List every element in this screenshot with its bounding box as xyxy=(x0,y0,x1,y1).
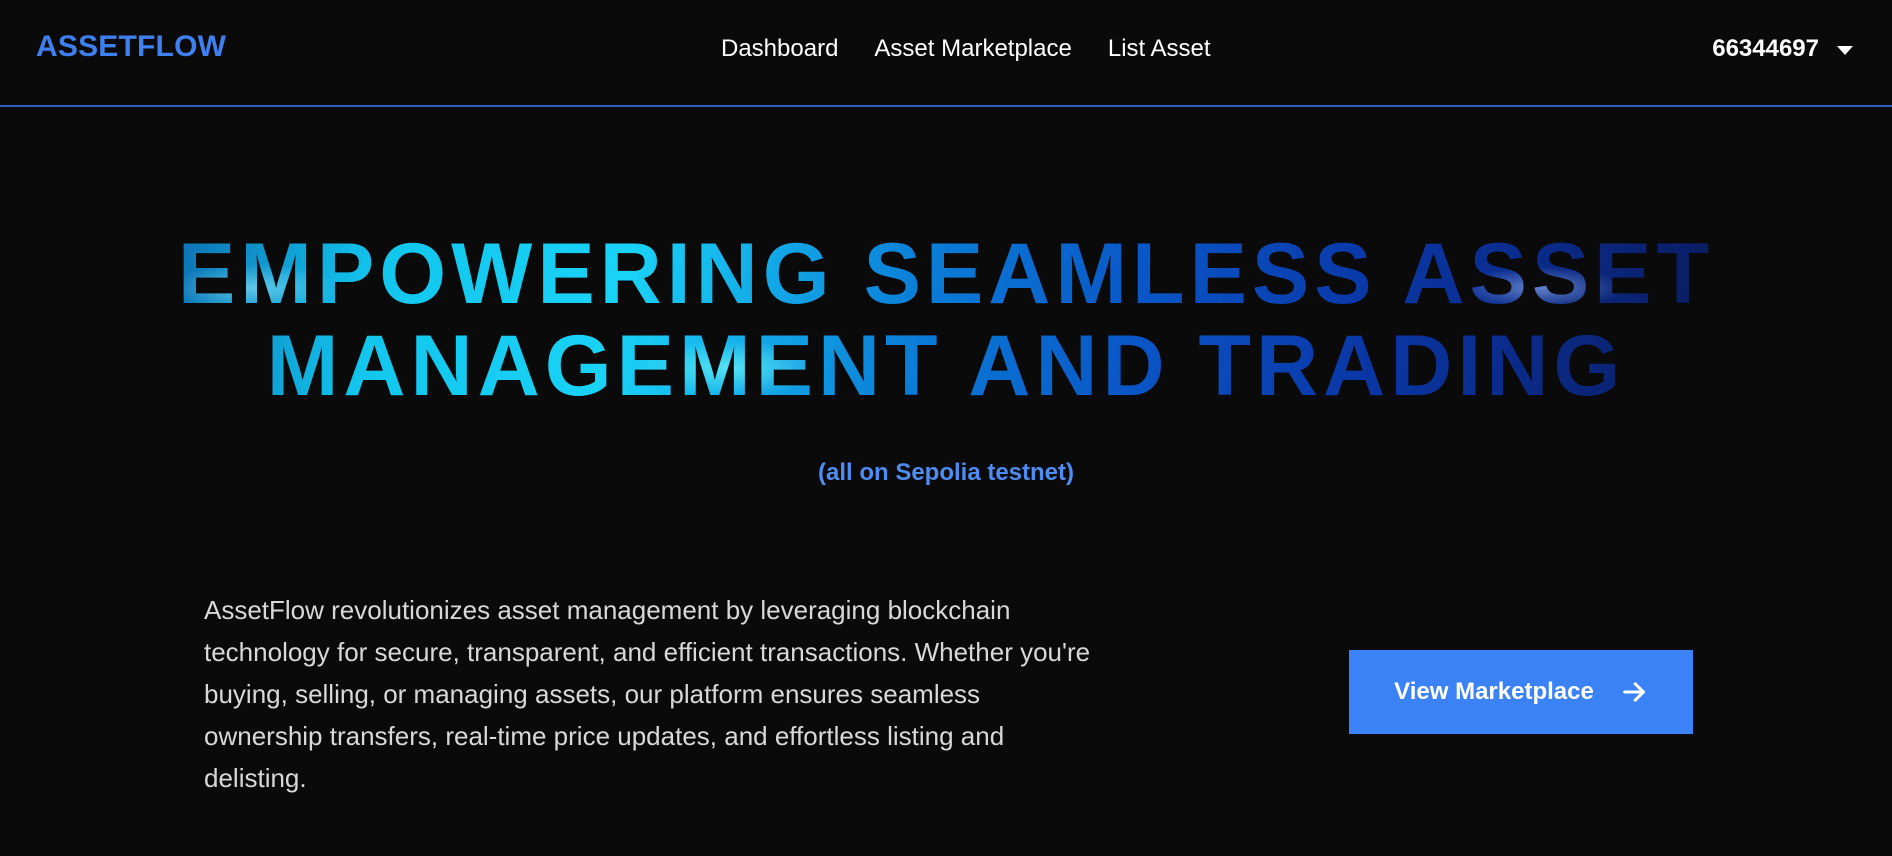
hero-title-line-2: MANAGEMENT AND TRADING xyxy=(266,318,1626,414)
hero-title-line-1: EMPOWERING SEAMLESS ASSET xyxy=(177,226,1715,322)
top-navbar: ASSETFLOW Dashboard Asset Marketplace Li… xyxy=(0,0,1892,107)
hero-title: EMPOWERING SEAMLESS ASSET MANAGEMENT AND… xyxy=(0,228,1892,412)
nav-list-asset[interactable]: List Asset xyxy=(1108,35,1211,63)
account-id: 66344697 xyxy=(1712,35,1819,62)
view-marketplace-button[interactable]: View Marketplace xyxy=(1349,650,1693,734)
nav-dashboard[interactable]: Dashboard xyxy=(721,35,838,63)
chevron-down-icon xyxy=(1837,45,1853,55)
account-dropdown[interactable]: 66344697 xyxy=(1712,35,1853,63)
view-marketplace-label: View Marketplace xyxy=(1394,678,1594,705)
arrow-right-icon xyxy=(1622,682,1645,702)
network-subtitle: (all on Sepolia testnet) xyxy=(817,459,1075,486)
main-nav: Dashboard Asset Marketplace List Asset xyxy=(721,35,1211,63)
hero-description: AssetFlow revolutionizes asset managemen… xyxy=(204,595,1091,793)
nav-asset-marketplace[interactable]: Asset Marketplace xyxy=(874,35,1071,63)
logo[interactable]: ASSETFLOW xyxy=(36,30,226,64)
